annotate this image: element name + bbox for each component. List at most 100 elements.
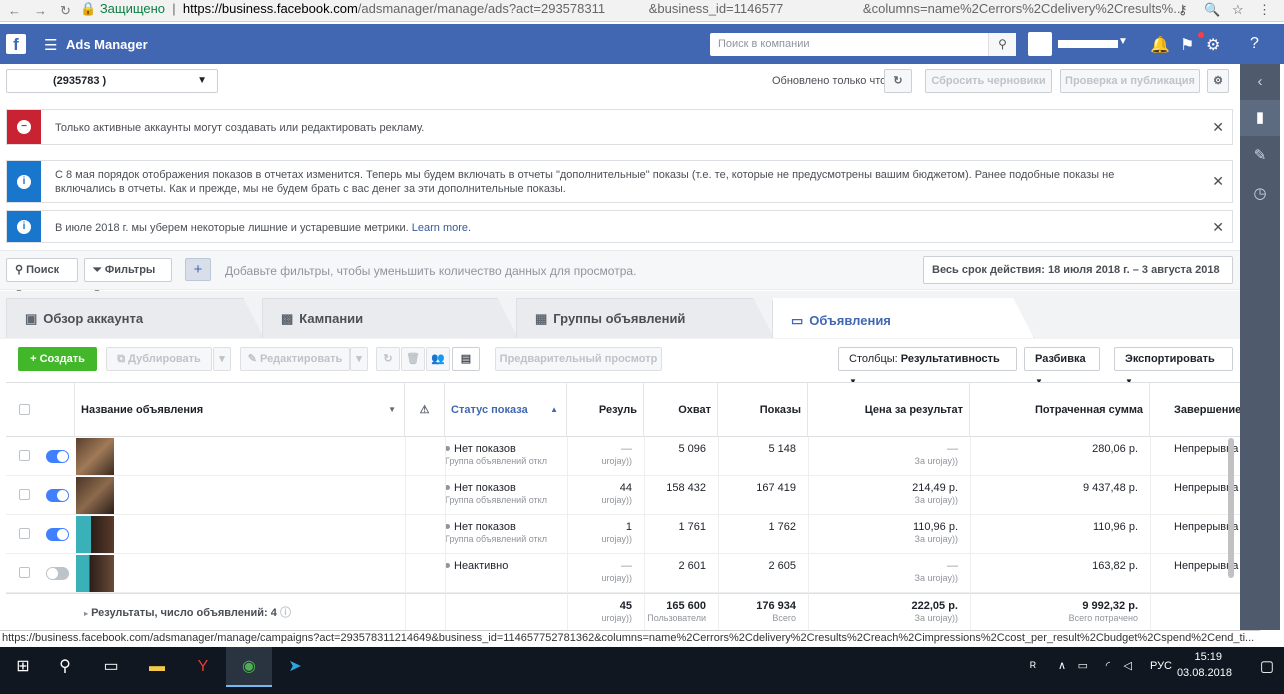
battery-icon[interactable]: ▭: [1078, 659, 1088, 672]
ab-test-button[interactable]: 👥: [426, 347, 450, 371]
search-icon[interactable]: 🔍: [1204, 2, 1220, 18]
header-impressions[interactable]: Показы: [718, 383, 808, 437]
duplicate-dropdown[interactable]: ▾: [213, 347, 231, 371]
ad-toggle[interactable]: [46, 450, 69, 463]
review-publish-button[interactable]: Проверка и публикация: [1060, 69, 1200, 93]
people-icon[interactable]: ᴿ: [1030, 659, 1036, 674]
duplicate-button[interactable]: ⧉ Дублировать: [106, 347, 212, 371]
settings-button[interactable]: ⚙: [1207, 69, 1229, 93]
chart-bars-icon[interactable]: ▮: [1240, 100, 1280, 136]
close-icon[interactable]: ✕: [1212, 219, 1224, 236]
back-icon[interactable]: ←: [8, 3, 21, 18]
clock-time[interactable]: 15:19: [1194, 651, 1222, 663]
preview-button[interactable]: Предварительный просмотр: [495, 347, 662, 371]
edit-button[interactable]: ✎ Редактировать: [240, 347, 350, 371]
header-status[interactable]: Статус показа ▲: [445, 383, 567, 437]
table-row[interactable]: Нет показов Группа объявлений откл 44 uroj…: [6, 476, 1240, 515]
notifications-icon[interactable]: 🔔: [1150, 35, 1170, 55]
header-spent[interactable]: Потраченная сумма: [970, 383, 1150, 437]
account-selector[interactable]: (2935783 ) ▼: [6, 69, 218, 93]
tab-account-overview[interactable]: ▣ Обзор аккаунта: [6, 298, 264, 338]
chevron-up-icon[interactable]: ∧: [1058, 659, 1066, 672]
search-input[interactable]: Поиск в компании ⚲: [710, 33, 1016, 56]
language-indicator[interactable]: РУС: [1150, 660, 1172, 672]
table-row[interactable]: Нет показов Группа объявлений откл 1 uroja…: [6, 515, 1240, 554]
table-scrollbar[interactable]: [1228, 438, 1234, 578]
settings-gear-icon[interactable]: ⚙: [1206, 35, 1220, 55]
tab-ad-sets[interactable]: ▦ Группы объявлений: [516, 298, 774, 338]
chrome-icon[interactable]: ◉: [226, 647, 272, 687]
ad-toggle[interactable]: [46, 567, 69, 580]
summary-cost: 222,05 р. За urojay)): [911, 600, 958, 623]
clock-icon[interactable]: ◷: [1240, 176, 1280, 212]
learn-more-link[interactable]: Learn more.: [412, 222, 471, 234]
menu-dots-icon[interactable]: ⋮: [1258, 2, 1271, 18]
reset-drafts-button[interactable]: Сбросить черновики: [925, 69, 1052, 93]
tab-ads[interactable]: ▭ Объявления: [772, 298, 1034, 338]
ad-toggle[interactable]: [46, 528, 69, 541]
ad-thumbnail[interactable]: [76, 477, 114, 514]
yandex-browser-icon[interactable]: Y: [180, 647, 226, 687]
pencil-icon[interactable]: ✎: [1240, 138, 1280, 174]
key-icon[interactable]: ⚷: [1178, 2, 1188, 18]
row-checkbox[interactable]: [19, 489, 30, 500]
collapse-arrow-icon[interactable]: ‹: [1240, 64, 1280, 100]
bookmark-star-icon[interactable]: ☆: [1232, 2, 1244, 18]
preview-toggle-button[interactable]: ▤: [452, 347, 480, 371]
volume-icon[interactable]: ◁: [1124, 659, 1132, 672]
trash-icon: 🗑: [406, 353, 420, 365]
table-row[interactable]: Нет показов Группа объявлений откл — uroja…: [6, 437, 1240, 476]
impressions-cell: 2 605: [768, 560, 796, 572]
tab-campaigns[interactable]: ▩ Кампании: [262, 298, 518, 338]
header-reach[interactable]: Охват: [644, 383, 718, 437]
close-icon[interactable]: ✕: [1212, 173, 1224, 190]
ad-thumbnail[interactable]: [76, 555, 114, 592]
results-cell: 1 urojay)): [601, 521, 632, 544]
date-range-picker[interactable]: Весь срок действия: 18 июля 2018 г. – 3 …: [923, 256, 1233, 302]
task-view-icon[interactable]: ▭: [88, 647, 134, 687]
create-button[interactable]: + Создать: [18, 347, 97, 371]
header-cost[interactable]: Цена за результат: [808, 383, 970, 437]
windows-start-icon[interactable]: ⊞: [0, 647, 46, 687]
error-bar: −: [7, 110, 41, 144]
close-icon[interactable]: ✕: [1212, 119, 1224, 136]
row-checkbox[interactable]: [19, 528, 30, 539]
hamburger-menu-icon[interactable]: ☰: [44, 36, 57, 54]
reload-icon[interactable]: ↻: [60, 3, 71, 19]
header-results[interactable]: Резуль: [567, 383, 644, 437]
delete-button[interactable]: 🗑: [401, 347, 425, 371]
telegram-icon[interactable]: ➤: [272, 647, 318, 687]
clock-date[interactable]: 03.08.2018: [1177, 667, 1232, 679]
filters-button[interactable]: ⏷ Фильтры ▼: [84, 258, 172, 297]
row-checkbox[interactable]: [19, 450, 30, 461]
export-button[interactable]: Экспортировать ▼: [1114, 347, 1233, 386]
edit-dropdown[interactable]: ▾: [350, 347, 368, 371]
search-icon[interactable]: ⚲: [988, 33, 1016, 56]
action-center-icon[interactable]: ▢: [1260, 657, 1274, 675]
add-filter-button[interactable]: +: [185, 258, 211, 281]
file-explorer-icon[interactable]: ▬: [134, 647, 180, 687]
forward-icon[interactable]: →: [34, 3, 47, 18]
ad-thumbnail[interactable]: [76, 516, 114, 553]
search-icon[interactable]: ⚲: [42, 647, 88, 687]
header-warning[interactable]: ⚠: [405, 383, 445, 437]
account-switcher[interactable]: ▼: [1028, 32, 1128, 56]
refresh-button[interactable]: ↻: [884, 69, 912, 93]
row-checkbox[interactable]: [19, 567, 30, 578]
columns-button[interactable]: Столбцы: Результативность ▼: [838, 347, 1017, 386]
address-bar[interactable]: 🔒 Защищено | https://business.facebook.c…: [80, 0, 1190, 20]
help-icon[interactable]: ?: [1250, 35, 1259, 53]
select-all-checkbox[interactable]: [19, 404, 30, 415]
browser-chrome: ← → ↻ 🔒 Защищено | https://business.face…: [0, 0, 1284, 22]
table-row[interactable]: Неактивно — urojay)) 2 601 2 605 — За uroj…: [6, 554, 1240, 593]
refresh-ad-button[interactable]: ↻: [376, 347, 400, 371]
search-button[interactable]: ⚲ Поиск ▼: [6, 258, 78, 297]
header-name[interactable]: Название объявления ▼: [75, 383, 405, 437]
ad-thumbnail[interactable]: [76, 438, 114, 475]
wifi-icon[interactable]: ◜: [1106, 659, 1110, 672]
ad-toggle[interactable]: [46, 489, 69, 502]
breakdown-button[interactable]: Разбивка ▼: [1024, 347, 1100, 386]
facebook-logo-icon[interactable]: f: [6, 34, 26, 54]
flag-icon[interactable]: ⚑: [1180, 35, 1194, 55]
header-end[interactable]: Завершение: [1150, 383, 1240, 437]
